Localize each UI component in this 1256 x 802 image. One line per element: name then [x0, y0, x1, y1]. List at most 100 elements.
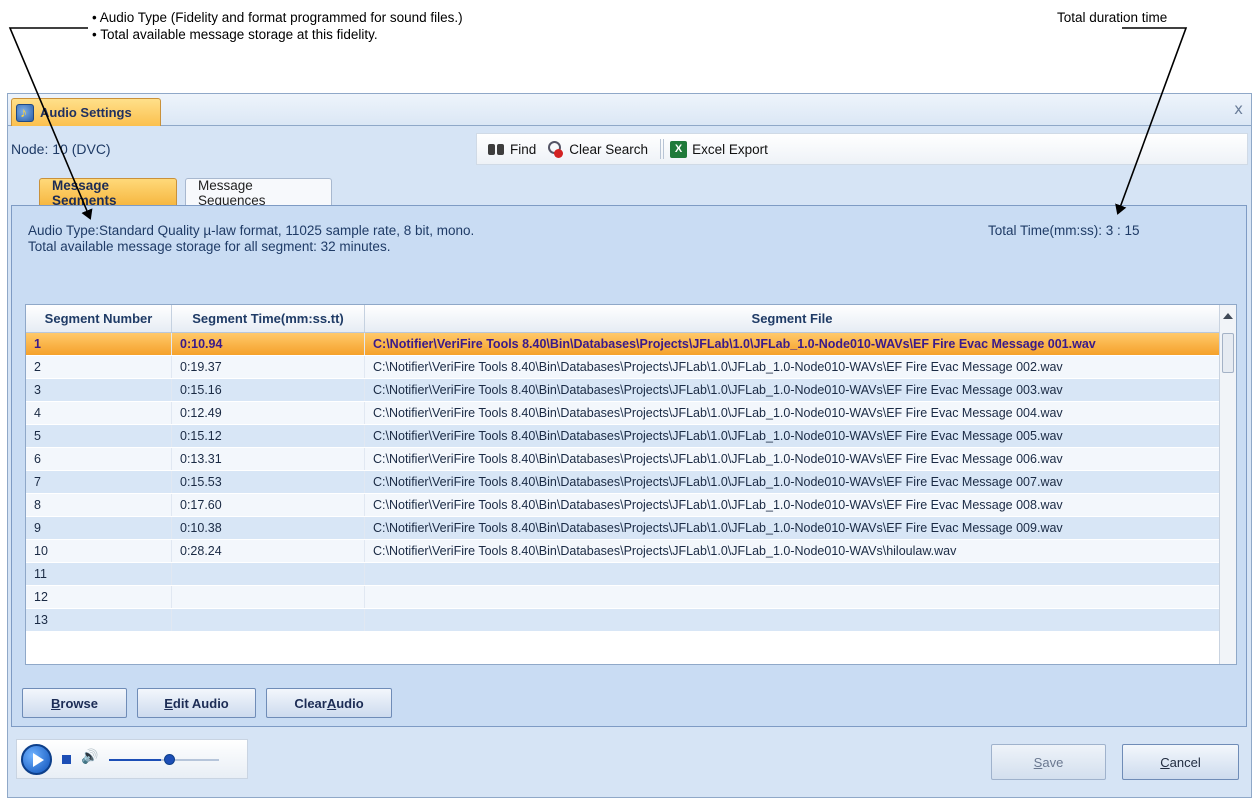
cancel-label-key: C: [1160, 754, 1170, 770]
excel-icon: X: [670, 140, 688, 158]
edit-audio-button[interactable]: Edit Audio: [137, 688, 256, 718]
table-row[interactable]: 12: [26, 586, 1220, 609]
segment-file-cell: C:\Notifier\VeriFire Tools 8.40\Bin\Data…: [365, 402, 1220, 424]
segment-number-cell: 4: [26, 402, 172, 424]
binoculars-icon: [487, 142, 505, 156]
table-row[interactable]: 1 0:10.94 C:\Notifier\VeriFire Tools 8.40\…: [26, 333, 1220, 356]
segment-file-cell: C:\Notifier\VeriFire Tools 8.40\Bin\Data…: [365, 379, 1220, 401]
table-row[interactable]: 5 0:15.12 C:\Notifier\VeriFire Tools 8.40\…: [26, 425, 1220, 448]
toolbar: Find Clear Search X Excel Export: [476, 133, 1248, 165]
clear-label-post: udio: [336, 695, 364, 711]
table-row[interactable]: 8 0:17.60 C:\Notifier\VeriFire Tools 8.40\…: [26, 494, 1220, 517]
segment-number-cell: 13: [26, 609, 172, 631]
clear-search-button[interactable]: Clear Search: [546, 140, 648, 158]
total-time-text: Total Time(mm:ss): 3 : 15: [988, 223, 1140, 238]
save-label-post: ave: [1042, 754, 1064, 770]
audio-type-text: Audio Type:Standard Quality µ-law format…: [28, 223, 475, 238]
segment-time-cell: 0:15.12: [172, 425, 365, 447]
excel-export-label: Excel Export: [692, 141, 768, 157]
segment-file-cell: C:\Notifier\VeriFire Tools 8.40\Bin\Data…: [365, 356, 1220, 378]
volume-icon[interactable]: 🔊: [81, 749, 99, 769]
column-header-segment-file[interactable]: Segment File: [365, 305, 1220, 332]
grid-header: Segment Number Segment Time(mm:ss.tt) Se…: [26, 305, 1220, 333]
play-icon[interactable]: [21, 744, 52, 775]
segment-file-cell: C:\Notifier\VeriFire Tools 8.40\Bin\Data…: [365, 471, 1220, 493]
segment-file-cell: C:\Notifier\VeriFire Tools 8.40\Bin\Data…: [365, 425, 1220, 447]
message-segments-panel: Audio Type:Standard Quality µ-law format…: [11, 205, 1247, 727]
callout-audio-type: • Audio Type (Fidelity and format progra…: [92, 9, 463, 43]
table-row[interactable]: 2 0:19.37 C:\Notifier\VeriFire Tools 8.40\…: [26, 356, 1220, 379]
audio-settings-icon: [16, 103, 34, 122]
browse-label-key: B: [51, 695, 61, 711]
callout-total-duration: Total duration time: [1057, 10, 1168, 25]
segment-time-cell: 0:19.37: [172, 356, 365, 378]
find-label: Find: [510, 141, 537, 157]
browse-button[interactable]: Browse: [22, 688, 127, 718]
table-row[interactable]: 6 0:13.31 C:\Notifier\VeriFire Tools 8.40\…: [26, 448, 1220, 471]
table-row[interactable]: 3 0:15.16 C:\Notifier\VeriFire Tools 8.40\…: [26, 379, 1220, 402]
segment-time-cell: 0:12.49: [172, 402, 365, 424]
segment-number-cell: 8: [26, 494, 172, 516]
segment-file-cell: [365, 563, 1220, 585]
segment-file-cell: C:\Notifier\VeriFire Tools 8.40\Bin\Data…: [365, 333, 1220, 355]
segments-grid: Segment Number Segment Time(mm:ss.tt) Se…: [25, 304, 1237, 665]
tab-message-segments[interactable]: Message Segments: [39, 178, 177, 208]
clear-audio-button[interactable]: Clear Audio: [266, 688, 392, 718]
segment-number-cell: 6: [26, 448, 172, 470]
browse-label-post: rowse: [60, 695, 98, 711]
clear-label-key: A: [326, 695, 337, 711]
segment-file-cell: C:\Notifier\VeriFire Tools 8.40\Bin\Data…: [365, 540, 1220, 562]
save-button[interactable]: Save: [991, 744, 1106, 780]
table-row[interactable]: 7 0:15.53 C:\Notifier\VeriFire Tools 8.40\…: [26, 471, 1220, 494]
cancel-button[interactable]: Cancel: [1122, 744, 1239, 780]
audio-settings-tab-label: Audio Settings: [40, 105, 132, 120]
edit-label-post: dit Audio: [172, 695, 229, 711]
segment-file-cell: [365, 586, 1220, 608]
segment-number-cell: 7: [26, 471, 172, 493]
segment-time-cell: 0:28.24: [172, 540, 365, 562]
clear-search-icon: [546, 140, 564, 158]
excel-export-button[interactable]: X Excel Export: [670, 140, 768, 158]
column-header-segment-time[interactable]: Segment Time(mm:ss.tt): [172, 305, 365, 332]
segment-time-cell: 0:10.38: [172, 517, 365, 539]
toolbar-separator: [663, 139, 665, 159]
segment-number-cell: 10: [26, 540, 172, 562]
stop-icon[interactable]: [62, 755, 71, 764]
segment-number-cell: 5: [26, 425, 172, 447]
segment-file-cell: [365, 609, 1220, 631]
audio-player: 🔊: [16, 739, 248, 779]
column-header-segment-number[interactable]: Segment Number: [26, 305, 172, 332]
storage-text: Total available message storage for all …: [28, 239, 391, 254]
segment-number-cell: 2: [26, 356, 172, 378]
callout-line-2: • Total available message storage at thi…: [92, 27, 378, 42]
cancel-label-post: ancel: [1169, 754, 1201, 770]
segment-time-cell: [172, 609, 365, 631]
segment-number-cell: 1: [26, 333, 172, 355]
toolbar-separator: [660, 139, 662, 159]
volume-slider-thumb[interactable]: [164, 754, 175, 765]
table-row[interactable]: 9 0:10.38 C:\Notifier\VeriFire Tools 8.40\…: [26, 517, 1220, 540]
scroll-thumb[interactable]: [1222, 333, 1234, 373]
segment-time-cell: 0:10.94: [172, 333, 365, 355]
vertical-scrollbar[interactable]: [1219, 305, 1236, 664]
segment-time-cell: 0:15.16: [172, 379, 365, 401]
document-tabstrip: Audio Settings x: [8, 94, 1251, 126]
find-button[interactable]: Find: [487, 142, 536, 157]
segment-file-cell: C:\Notifier\VeriFire Tools 8.40\Bin\Data…: [365, 448, 1220, 470]
segment-number-cell: 3: [26, 379, 172, 401]
segment-number-cell: 12: [26, 586, 172, 608]
segment-time-cell: 0:17.60: [172, 494, 365, 516]
close-icon[interactable]: x: [1234, 100, 1243, 118]
edit-label-key: E: [164, 695, 173, 711]
table-row[interactable]: 13: [26, 609, 1220, 632]
table-row[interactable]: 10 0:28.24 C:\Notifier\VeriFire Tools 8.40…: [26, 540, 1220, 563]
clear-search-label: Clear Search: [569, 141, 649, 157]
node-label: Node: 10 (DVC): [11, 141, 111, 157]
segment-time-cell: [172, 563, 365, 585]
table-row[interactable]: 4 0:12.49 C:\Notifier\VeriFire Tools 8.40\…: [26, 402, 1220, 425]
segment-time-cell: [172, 586, 365, 608]
scroll-up-icon[interactable]: [1223, 313, 1233, 319]
tab-message-sequences[interactable]: Message Sequences: [185, 178, 332, 208]
audio-settings-tab[interactable]: Audio Settings: [11, 98, 161, 126]
table-row[interactable]: 11: [26, 563, 1220, 586]
